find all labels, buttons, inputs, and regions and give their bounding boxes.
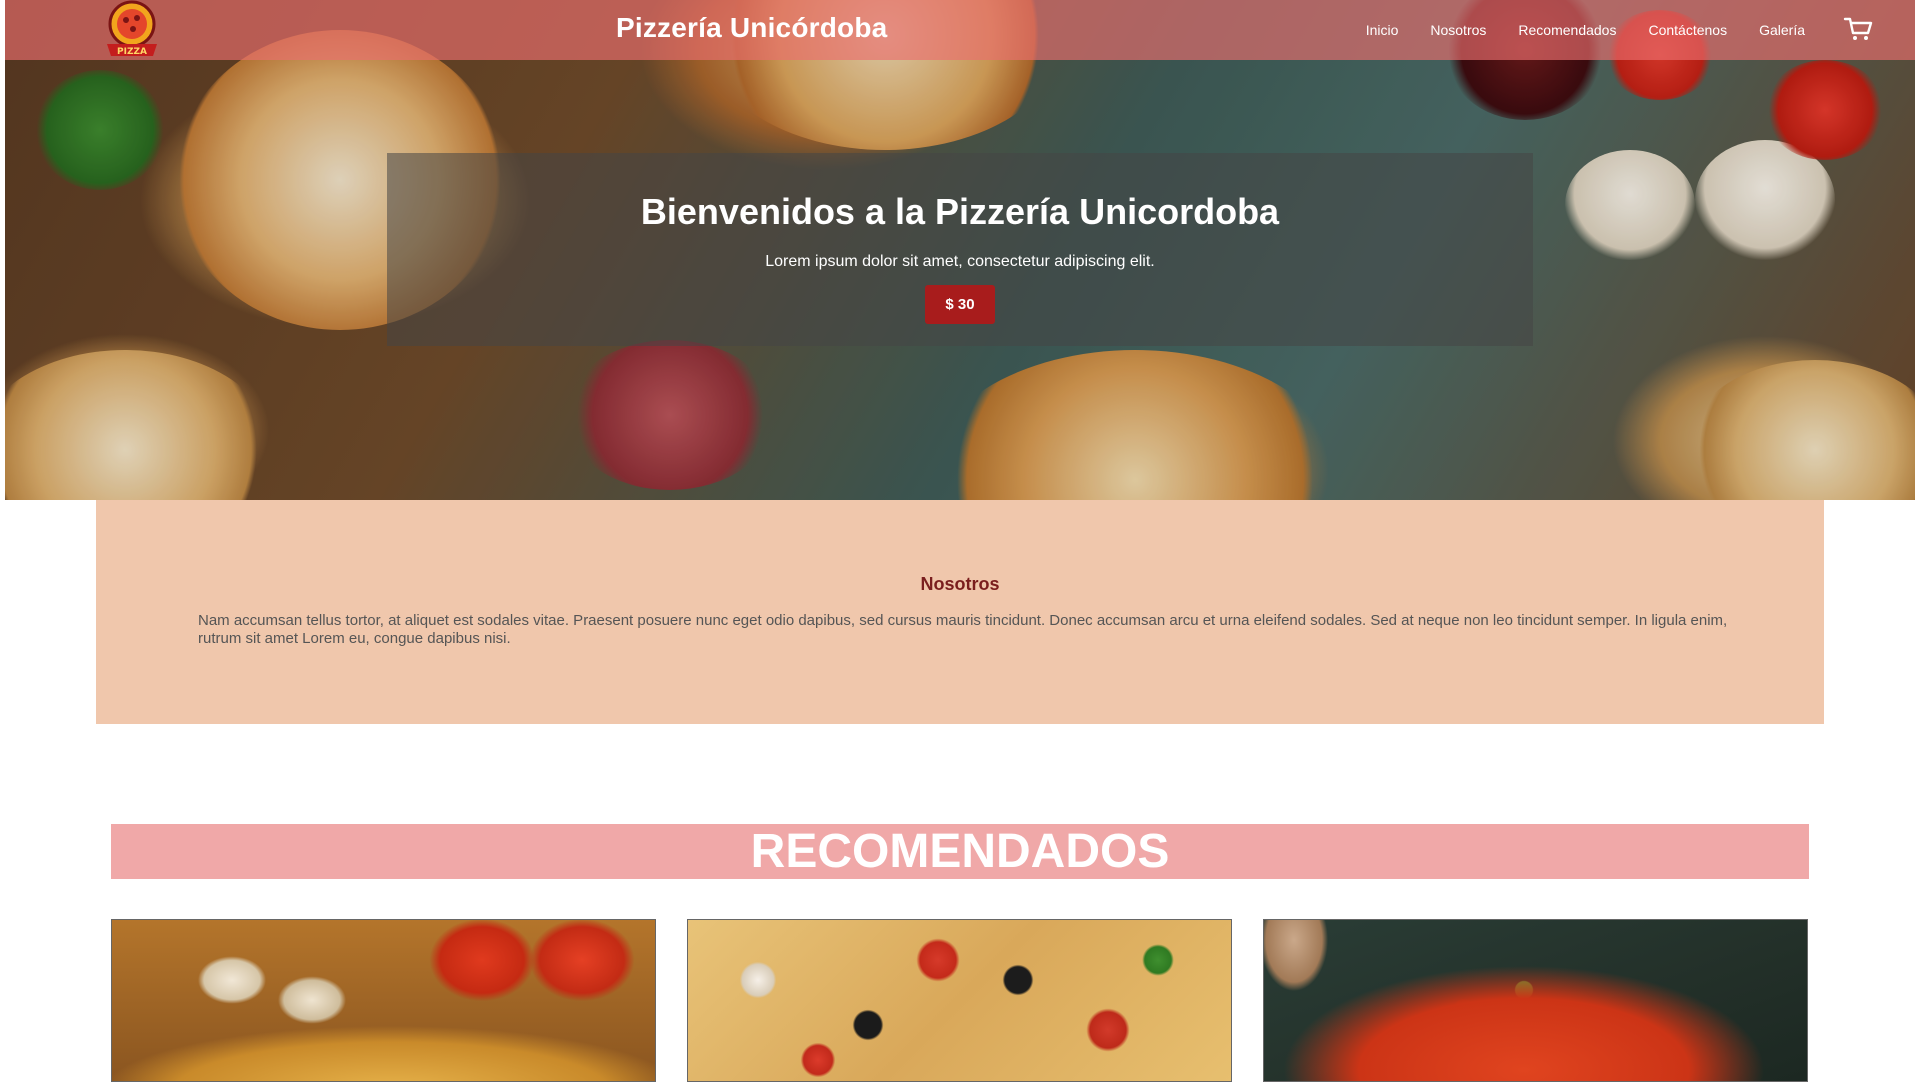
- about-title: Nosotros: [920, 574, 1000, 594]
- pizza-image: [1264, 920, 1807, 1081]
- price-button[interactable]: $ 30: [925, 285, 995, 324]
- hero-welcome-card: Bienvenidos a la Pizzería Unicordoba Lor…: [387, 153, 1533, 346]
- nav-link-nosotros[interactable]: Nosotros: [1430, 22, 1486, 38]
- nav-link-contactenos[interactable]: Contáctenos: [1648, 22, 1727, 38]
- nav-link-inicio[interactable]: Inicio: [1366, 22, 1399, 38]
- recommended-card-2[interactable]: [687, 919, 1232, 1082]
- nav-menu: Inicio Nosotros Recomendados Contáctenos…: [1366, 0, 1805, 60]
- about-section: Nosotros Nam accumsan tellus tortor, at …: [96, 500, 1824, 724]
- recommended-card-3[interactable]: [1263, 919, 1808, 1082]
- pizza-logo-icon: PIZZA: [107, 0, 157, 57]
- about-text: Nam accumsan tellus tortor, at aliquet e…: [198, 612, 1728, 647]
- recommended-title: RECOMENDADOS: [750, 825, 1170, 878]
- recommended-header: RECOMENDADOS: [111, 824, 1809, 879]
- cart-icon: [1843, 17, 1873, 40]
- top-navbar: PIZZA Pizzería Unicórdoba Inicio Nosotro…: [5, 0, 1915, 60]
- cart-button[interactable]: [1843, 16, 1873, 42]
- pizza-logo[interactable]: PIZZA: [101, 0, 163, 60]
- logo-text: PIZZA: [117, 47, 147, 57]
- recommended-card-1[interactable]: [111, 919, 656, 1082]
- nav-link-galeria[interactable]: Galería: [1759, 22, 1805, 38]
- pizza-image: [688, 920, 1231, 1081]
- nav-link-recomendados[interactable]: Recomendados: [1518, 22, 1616, 38]
- hero-title: Bienvenidos a la Pizzería Unicordoba: [640, 191, 1280, 232]
- pizza-image: [112, 920, 655, 1081]
- site-title: Pizzería Unicórdoba: [616, 12, 888, 43]
- hero-subtitle: Lorem ipsum dolor sit amet, consectetur …: [765, 253, 1155, 270]
